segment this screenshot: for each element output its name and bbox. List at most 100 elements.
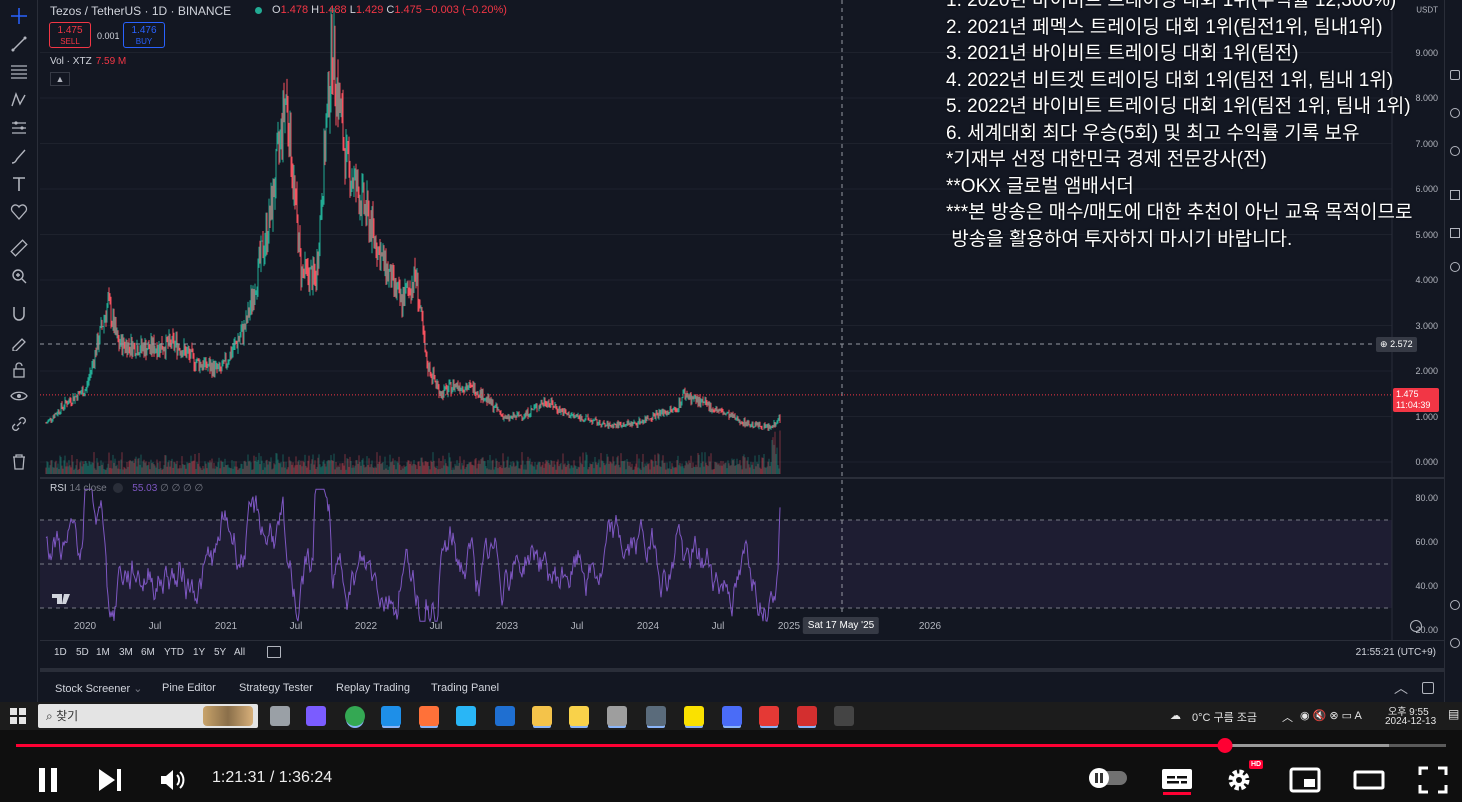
fullscreen-button[interactable]	[1416, 766, 1450, 794]
expand-panel-icon[interactable]: ︿	[1394, 678, 1408, 698]
tab-pine-editor[interactable]: Pine Editor	[162, 682, 216, 694]
volume-bar	[561, 469, 563, 474]
volume-bar	[578, 467, 580, 474]
chart-settings-icon[interactable]	[1410, 620, 1422, 632]
windows-start-icon[interactable]	[10, 708, 26, 724]
volume-bar	[57, 463, 59, 474]
volume-bar	[196, 461, 198, 474]
ohlc-legend: O1.478 H1.488 L1.429 C1.475 −0.003 (−0.2…	[272, 4, 507, 16]
volume-bar	[667, 468, 669, 474]
clock[interactable]: 21:55:21 (UTC+9)	[1356, 647, 1436, 658]
file-explorer-icon[interactable]	[532, 706, 552, 726]
hardware-icon[interactable]	[607, 706, 627, 726]
weather-icon[interactable]: ☁	[1170, 709, 1181, 722]
volume-button[interactable]	[158, 766, 188, 794]
volume-bar	[198, 452, 200, 474]
volume-bar	[104, 469, 106, 474]
volume-bar	[418, 461, 420, 474]
volume-bar	[516, 460, 518, 474]
range-button-ytd[interactable]: YTD	[164, 647, 184, 658]
chrome-icon[interactable]	[345, 706, 365, 726]
volume-bar	[387, 469, 389, 474]
range-button-1d[interactable]: 1D	[54, 647, 67, 658]
volume-bar	[598, 459, 600, 474]
weather-text[interactable]: 0°C 구름 조금	[1192, 709, 1257, 725]
obs-studio-icon[interactable]	[834, 706, 854, 726]
collapse-legend-button[interactable]: ▲	[50, 72, 70, 86]
taskbar-search[interactable]: ⌕ 찾기	[38, 704, 258, 728]
miniplayer-button[interactable]	[1288, 766, 1322, 794]
overlay-line: **OKX 글로벌 앰배서더	[946, 175, 1134, 197]
calculator-icon[interactable]	[646, 706, 666, 726]
rsi-legend[interactable]: RSI 14 close 55.03 ∅ ∅ ∅ ∅	[50, 483, 203, 494]
volume-bar	[762, 457, 764, 474]
progress-scrubber[interactable]	[1217, 738, 1233, 753]
tray-date[interactable]: 2024-12-13	[1385, 716, 1436, 727]
time-axis[interactable]: 2020 Jul 2021 Jul 2022 Jul 2023 Jul 2024 Jul 2025 2…	[40, 616, 1392, 638]
volume-bar	[54, 462, 56, 474]
maximize-panel-icon[interactable]	[1422, 682, 1434, 694]
help-icon[interactable]	[1450, 600, 1460, 610]
volume-bar	[718, 463, 720, 474]
tray-icons[interactable]: ◉ 🔇 ⊗ ▭ A	[1300, 709, 1362, 722]
volume-bar	[438, 458, 440, 474]
theater-mode-button[interactable]	[1352, 766, 1386, 794]
volume-legend[interactable]: Vol · XTZ 7.59 M	[50, 56, 126, 67]
settings-icon[interactable]	[1450, 638, 1460, 648]
volume-bar	[204, 461, 206, 474]
copilot-icon[interactable]	[306, 706, 326, 726]
notification-icon[interactable]: ▤	[1448, 707, 1459, 721]
volume-bar	[548, 463, 550, 474]
volume-bar	[346, 458, 348, 474]
tray-chevron-icon[interactable]: ︿	[1282, 709, 1293, 725]
volume-bar	[174, 462, 176, 474]
time-tick-label: 2020	[73, 621, 97, 632]
volume-bar	[66, 462, 68, 474]
symbol-title[interactable]: Tezos / TetherUS · 1D · BINANCE	[50, 4, 231, 18]
goto-date-icon[interactable]	[267, 646, 281, 658]
app-red-icon[interactable]	[759, 706, 779, 726]
range-button-5y[interactable]: 5Y	[214, 647, 226, 658]
volume-bar	[163, 465, 165, 474]
edge-icon[interactable]	[381, 706, 401, 726]
volume-bar	[726, 468, 728, 474]
volume-bar	[151, 463, 153, 474]
pdf-icon[interactable]	[797, 706, 817, 726]
volume-bar	[666, 462, 668, 474]
firefox-icon[interactable]	[419, 706, 439, 726]
buy-button[interactable]: 1.476 BUY	[123, 22, 165, 48]
subtitles-button[interactable]	[1160, 766, 1194, 796]
tab-strategy-tester[interactable]: Strategy Tester	[239, 682, 313, 694]
tab-stock-screener[interactable]: Stock Screener ⌄	[55, 682, 142, 695]
tab-replay-trading[interactable]: Replay Trading	[336, 682, 410, 694]
progress-bar[interactable]	[16, 738, 1446, 753]
pause-button[interactable]	[34, 766, 62, 794]
obs-icon[interactable]	[722, 706, 742, 726]
range-button-1y[interactable]: 1Y	[193, 647, 205, 658]
range-button-3m[interactable]: 3M	[119, 647, 133, 658]
volume-bar	[690, 455, 692, 474]
volume-bar	[552, 467, 554, 474]
autoplay-toggle[interactable]	[1086, 768, 1130, 788]
add-alert-icon[interactable]: ⊕	[1380, 339, 1388, 349]
sticky-notes-icon[interactable]	[569, 706, 589, 726]
volume-bar	[397, 462, 399, 474]
volume-bar	[109, 467, 111, 474]
range-button-6m[interactable]: 6M	[141, 647, 155, 658]
rsi-params: 14 close	[69, 483, 107, 494]
notifications-icon[interactable]	[1450, 262, 1460, 272]
task-view-icon[interactable]	[270, 706, 290, 726]
volume-bar	[210, 462, 212, 474]
sell-button[interactable]: 1.475 SELL	[49, 22, 91, 48]
volume-bar	[562, 453, 564, 474]
range-button-5d[interactable]: 5D	[76, 647, 89, 658]
kakaotalk-icon[interactable]	[684, 706, 704, 726]
range-button-1m[interactable]: 1M	[96, 647, 110, 658]
range-button-all[interactable]: All	[234, 647, 245, 658]
settings-button[interactable]	[1224, 766, 1254, 794]
ie-icon[interactable]	[495, 706, 515, 726]
tab-trading-panel[interactable]: Trading Panel	[431, 682, 499, 694]
volume-bar	[158, 469, 160, 474]
bird-app-icon[interactable]	[456, 706, 476, 726]
next-button[interactable]	[96, 766, 124, 794]
